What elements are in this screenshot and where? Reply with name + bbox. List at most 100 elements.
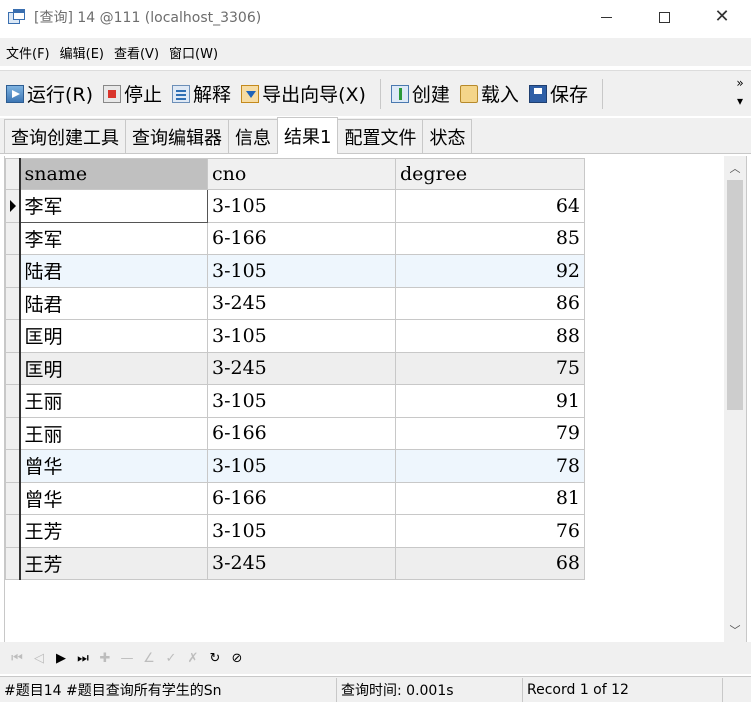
first-record-button[interactable]: ⏮ [6, 647, 28, 669]
cell-sname[interactable]: 李军 [19, 189, 208, 223]
tab-query-builder[interactable]: 查询创建工具 [4, 119, 126, 153]
cell-cno[interactable]: 6-166 [207, 221, 396, 255]
table-row[interactable]: 匡明 3-105 88 [5, 319, 585, 353]
cell-degree[interactable]: 86 [395, 286, 585, 320]
tab-query-editor[interactable]: 查询编辑器 [125, 119, 229, 153]
current-row-arrow-icon [10, 199, 16, 212]
scrollbar-thumb[interactable] [727, 180, 743, 410]
cell-sname[interactable]: 曾华 [19, 481, 208, 515]
column-header-cno[interactable]: cno [207, 158, 396, 190]
table-row[interactable]: 匡明 3-245 75 [5, 351, 585, 385]
cell-cno[interactable]: 3-105 [207, 449, 396, 483]
column-header-sname[interactable]: sname [19, 158, 208, 190]
save-label: 保存 [549, 84, 588, 106]
header-row: sname cno degree [5, 158, 585, 190]
create-button[interactable]: 创建 [390, 80, 450, 107]
cell-degree[interactable]: 75 [395, 351, 585, 385]
cell-sname[interactable]: 匡明 [19, 351, 208, 385]
apply-changes-button[interactable]: ✓ [160, 647, 182, 669]
scroll-up-button[interactable]: ︿ [724, 158, 746, 178]
cell-degree[interactable]: 88 [395, 319, 585, 353]
insert-record-button[interactable]: ✚ [94, 647, 116, 669]
tab-result-1[interactable]: 结果1 [277, 117, 339, 154]
minimize-button[interactable] [577, 0, 635, 34]
stop-query-button[interactable]: ⊘ [226, 647, 248, 669]
prev-record-button[interactable]: ◁ [28, 647, 50, 669]
table-row[interactable]: 陆君 3-245 86 [5, 286, 585, 320]
edit-icon: ∠ [143, 650, 155, 666]
menu-view[interactable]: 查看(V) [114, 43, 159, 62]
table-row[interactable]: 王芳 3-245 68 [5, 546, 585, 580]
cancel-changes-button[interactable]: ✗ [182, 647, 204, 669]
row-indicator-header [5, 158, 21, 190]
tab-status[interactable]: 状态 [422, 119, 473, 153]
table-row[interactable]: 曾华 6-166 81 [5, 481, 585, 515]
menu-file[interactable]: 文件(F) [6, 43, 50, 62]
menu-window[interactable]: 窗口(W) [169, 43, 218, 62]
refresh-button[interactable]: ↻ [204, 647, 226, 669]
cell-degree[interactable]: 76 [395, 514, 585, 548]
table-row[interactable]: 李军 3-105 64 [5, 189, 585, 223]
cell-degree[interactable]: 81 [395, 481, 585, 515]
cell-cno[interactable]: 3-105 [207, 189, 396, 223]
row-indicator [5, 384, 21, 418]
cell-cno[interactable]: 6-166 [207, 481, 396, 515]
cell-degree[interactable]: 78 [395, 449, 585, 483]
cell-sname[interactable]: 陆君 [19, 254, 208, 288]
cell-cno[interactable]: 6-166 [207, 416, 396, 450]
table-row[interactable]: 王芳 3-105 76 [5, 514, 585, 548]
menu-edit[interactable]: 编辑(E) [60, 43, 104, 62]
table-row[interactable]: 曾华 3-105 78 [5, 449, 585, 483]
cell-degree[interactable]: 85 [395, 221, 585, 255]
edit-record-button[interactable]: ∠ [138, 647, 160, 669]
export-wizard-button[interactable]: 导出向导(X) [241, 80, 366, 107]
cell-degree[interactable]: 68 [395, 546, 585, 580]
cell-cno[interactable]: 3-245 [207, 286, 396, 320]
toolbar-separator [601, 78, 603, 109]
table-row[interactable]: 陆君 3-105 92 [5, 254, 585, 288]
cell-cno[interactable]: 3-105 [207, 254, 396, 288]
vertical-scrollbar[interactable]: ︿ ﹀ [724, 156, 746, 642]
cell-sname[interactable]: 王丽 [19, 384, 208, 418]
minus-icon: — [120, 650, 134, 666]
cell-sname[interactable]: 匡明 [19, 319, 208, 353]
cell-sname[interactable]: 王丽 [19, 416, 208, 450]
explain-button[interactable]: 解释 [172, 80, 231, 107]
cell-degree[interactable]: 92 [395, 254, 585, 288]
resize-grip-icon[interactable] [723, 678, 743, 702]
cell-sname[interactable]: 曾华 [19, 449, 208, 483]
cell-cno[interactable]: 3-245 [207, 351, 396, 385]
table-row[interactable]: 李军 6-166 85 [5, 221, 585, 255]
toolbar-overflow-button[interactable]: » ▾ [735, 74, 745, 110]
maximize-button[interactable] [635, 0, 693, 34]
close-button[interactable]: ✕ [693, 0, 751, 34]
last-record-button[interactable]: ⏭ [72, 647, 94, 669]
cell-degree[interactable]: 64 [395, 189, 585, 223]
run-button[interactable]: 运行(R) [6, 80, 93, 107]
tab-profile[interactable]: 配置文件 [337, 119, 424, 153]
delete-record-button[interactable]: — [116, 647, 138, 669]
stop-button[interactable]: 停止 [103, 80, 162, 107]
next-record-button[interactable]: ▶ [50, 647, 72, 669]
cell-sname[interactable]: 陆君 [19, 286, 208, 320]
tab-info[interactable]: 信息 [228, 119, 278, 153]
cell-cno[interactable]: 3-105 [207, 384, 396, 418]
cell-cno[interactable]: 3-245 [207, 546, 396, 580]
cell-sname[interactable]: 李军 [19, 221, 208, 255]
cell-sname[interactable]: 王芳 [19, 546, 208, 580]
check-icon: ✓ [165, 650, 177, 666]
cell-degree[interactable]: 91 [395, 384, 585, 418]
save-button[interactable]: 保存 [528, 80, 588, 107]
table-row[interactable]: 王丽 3-105 91 [5, 384, 585, 418]
load-button[interactable]: 载入 [459, 80, 519, 107]
row-indicator [5, 481, 21, 515]
cell-cno[interactable]: 3-105 [207, 514, 396, 548]
table-row[interactable]: 王丽 6-166 79 [5, 416, 585, 450]
cell-degree[interactable]: 79 [395, 416, 585, 450]
scroll-down-button[interactable]: ﹀ [724, 620, 746, 640]
cell-cno[interactable]: 3-105 [207, 319, 396, 353]
close-icon: ✕ [714, 6, 730, 27]
query-window-icon [8, 9, 26, 25]
column-header-degree[interactable]: degree [395, 158, 585, 190]
cell-sname[interactable]: 王芳 [19, 514, 208, 548]
